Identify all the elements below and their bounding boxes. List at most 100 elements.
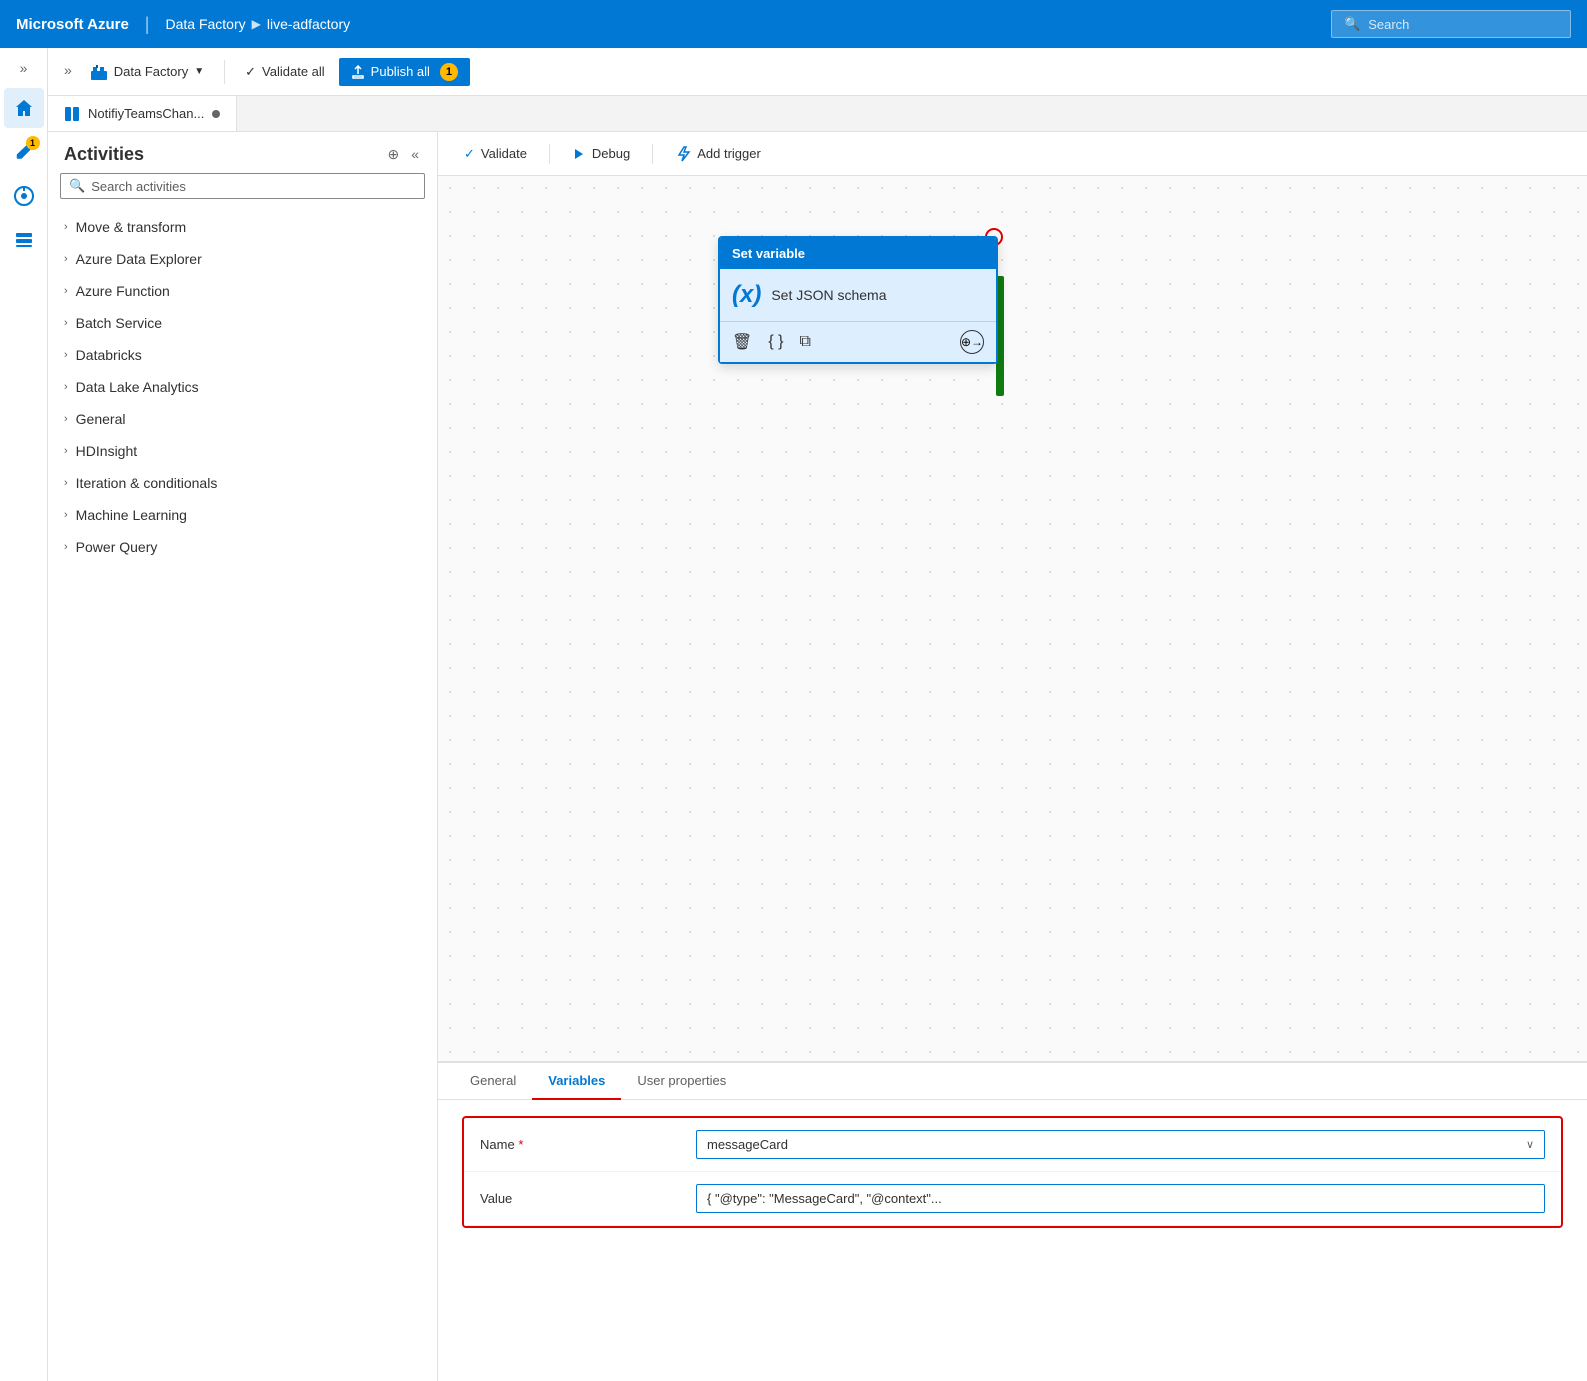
breadcrumb-data-factory[interactable]: Data Factory bbox=[165, 16, 245, 32]
validate-button[interactable]: ✓ Validate bbox=[454, 141, 537, 167]
debug-button[interactable]: Debug bbox=[562, 141, 640, 166]
breadcrumb-live-adfactory[interactable]: live-adfactory bbox=[267, 16, 350, 32]
value-input[interactable]: { "@type": "MessageCard", "@context"... bbox=[696, 1184, 1545, 1213]
group-label: Power Query bbox=[76, 539, 158, 555]
home-icon bbox=[14, 98, 34, 118]
activity-group-databricks[interactable]: › Databricks bbox=[48, 339, 437, 371]
card-header: Set variable bbox=[720, 238, 996, 269]
validate-icon: ✓ bbox=[245, 64, 256, 80]
value-label: Value bbox=[480, 1191, 680, 1206]
group-label: Move & transform bbox=[76, 219, 186, 235]
bottom-tabs: General Variables User properties bbox=[438, 1063, 1587, 1100]
icon-sidebar: » 1 bbox=[0, 48, 48, 1381]
activity-group-ml[interactable]: › Machine Learning bbox=[48, 499, 437, 531]
tab-variables[interactable]: Variables bbox=[532, 1063, 621, 1100]
activity-group-powerquery[interactable]: › Power Query bbox=[48, 531, 437, 563]
canvas-sep-2 bbox=[652, 144, 653, 164]
hide-panel-icon[interactable]: « bbox=[409, 144, 421, 165]
lightning-icon bbox=[675, 146, 691, 162]
data-factory-label: Data Factory bbox=[114, 64, 188, 79]
breadcrumb-arrow: ▶ bbox=[252, 17, 261, 31]
activities-title: Activities bbox=[64, 144, 144, 165]
group-label: HDInsight bbox=[76, 443, 137, 459]
content-area: » Data Factory ▼ ✓ Validate all bbox=[48, 48, 1587, 1381]
chevron-icon: › bbox=[64, 445, 68, 457]
sidebar-item-monitor[interactable] bbox=[4, 176, 44, 216]
collapse-icon[interactable]: ⊕ bbox=[385, 144, 401, 165]
chevron-icon: › bbox=[64, 477, 68, 489]
chevron-icon: › bbox=[64, 349, 68, 361]
code-icon[interactable]: { } bbox=[768, 333, 783, 351]
activity-group-batch[interactable]: › Batch Service bbox=[48, 307, 437, 339]
chevron-icon: › bbox=[64, 221, 68, 233]
name-dropdown-icon: ∨ bbox=[1526, 1138, 1534, 1151]
search-activities-box[interactable]: 🔍 bbox=[60, 173, 425, 199]
activity-group-general[interactable]: › General bbox=[48, 403, 437, 435]
data-factory-button[interactable]: Data Factory ▼ bbox=[80, 58, 214, 86]
tab-strip: NotifiyTeamsChan... bbox=[48, 96, 1587, 132]
chevron-icon: › bbox=[64, 413, 68, 425]
group-label: Iteration & conditionals bbox=[76, 475, 218, 491]
search-bar[interactable]: 🔍 bbox=[1331, 10, 1571, 38]
search-input[interactable] bbox=[1368, 17, 1558, 32]
validate-check-icon: ✓ bbox=[464, 146, 475, 162]
tab-user-properties[interactable]: User properties bbox=[621, 1063, 742, 1100]
dropdown-chevron: ▼ bbox=[194, 66, 204, 77]
name-value: messageCard bbox=[707, 1137, 788, 1152]
toolbar-sep-1 bbox=[224, 60, 225, 84]
name-required: * bbox=[518, 1137, 523, 1152]
manage-icon bbox=[14, 230, 34, 250]
chevron-icon: › bbox=[64, 541, 68, 553]
activity-group-move[interactable]: › Move & transform bbox=[48, 211, 437, 243]
top-nav-bar: Microsoft Azure | Data Factory ▶ live-ad… bbox=[0, 0, 1587, 48]
variable-icon: (x) bbox=[732, 281, 761, 309]
group-label: Databricks bbox=[76, 347, 142, 363]
search-icon: 🔍 bbox=[1344, 16, 1360, 32]
activity-group-iteration[interactable]: › Iteration & conditionals bbox=[48, 467, 437, 499]
activity-group-explorer[interactable]: › Azure Data Explorer bbox=[48, 243, 437, 275]
expand-sidebar-button[interactable]: » bbox=[16, 56, 32, 80]
bottom-content: Name * messageCard ∨ Value bbox=[438, 1100, 1587, 1381]
activity-group-hdinsight[interactable]: › HDInsight bbox=[48, 435, 437, 467]
tab-general[interactable]: General bbox=[454, 1063, 532, 1100]
pipeline-canvas[interactable]: Set variable (x) Set JSON schema 🗑 { } ⧉… bbox=[438, 176, 1587, 1061]
sidebar-item-home[interactable] bbox=[4, 88, 44, 128]
azure-brand: Microsoft Azure bbox=[16, 16, 129, 33]
monitor-icon bbox=[13, 185, 35, 207]
activities-header: Activities ⊕ « bbox=[48, 132, 437, 173]
canvas-sep-1 bbox=[549, 144, 550, 164]
sidebar-item-edit[interactable]: 1 bbox=[4, 132, 44, 172]
activities-panel: Activities ⊕ « 🔍 › Move & transform bbox=[48, 132, 438, 1381]
validate-all-button[interactable]: ✓ Validate all bbox=[235, 59, 335, 85]
toolbar-expand[interactable]: » bbox=[60, 58, 76, 82]
nav-separator: | bbox=[145, 14, 150, 35]
publish-badge: 1 bbox=[440, 63, 458, 81]
pipeline-tab[interactable]: NotifiyTeamsChan... bbox=[48, 96, 237, 131]
factory-icon bbox=[90, 63, 108, 81]
main-toolbar: » Data Factory ▼ ✓ Validate all bbox=[48, 48, 1587, 96]
add-trigger-button[interactable]: Add trigger bbox=[665, 141, 771, 167]
canvas-area: ✓ Validate Debug bbox=[438, 132, 1587, 1381]
delete-icon[interactable]: 🗑 bbox=[732, 332, 752, 352]
chevron-icon: › bbox=[64, 509, 68, 521]
card-header-label: Set variable bbox=[732, 246, 805, 261]
copy-icon[interactable]: ⧉ bbox=[799, 333, 810, 351]
sidebar-item-manage[interactable] bbox=[4, 220, 44, 260]
tab-modified-dot bbox=[212, 110, 220, 118]
group-label: Machine Learning bbox=[76, 507, 187, 523]
search-activities-input[interactable] bbox=[91, 179, 416, 194]
name-label: Name * bbox=[480, 1137, 680, 1152]
chevron-icon: › bbox=[64, 285, 68, 297]
connect-icon[interactable]: ⊕→ bbox=[960, 330, 984, 354]
chevron-icon: › bbox=[64, 253, 68, 265]
search-activities-icon: 🔍 bbox=[69, 178, 85, 194]
set-variable-card[interactable]: Set variable (x) Set JSON schema 🗑 { } ⧉… bbox=[718, 236, 998, 364]
name-input[interactable]: messageCard ∨ bbox=[696, 1130, 1545, 1159]
edit-badge: 1 bbox=[26, 136, 40, 150]
activity-group-datalake[interactable]: › Data Lake Analytics bbox=[48, 371, 437, 403]
activity-group-function[interactable]: › Azure Function bbox=[48, 275, 437, 307]
activities-list: › Move & transform › Azure Data Explorer… bbox=[48, 211, 437, 1381]
group-label: Azure Data Explorer bbox=[76, 251, 202, 267]
publish-all-button[interactable]: Publish all 1 bbox=[339, 58, 470, 86]
activities-controls: ⊕ « bbox=[385, 144, 421, 165]
